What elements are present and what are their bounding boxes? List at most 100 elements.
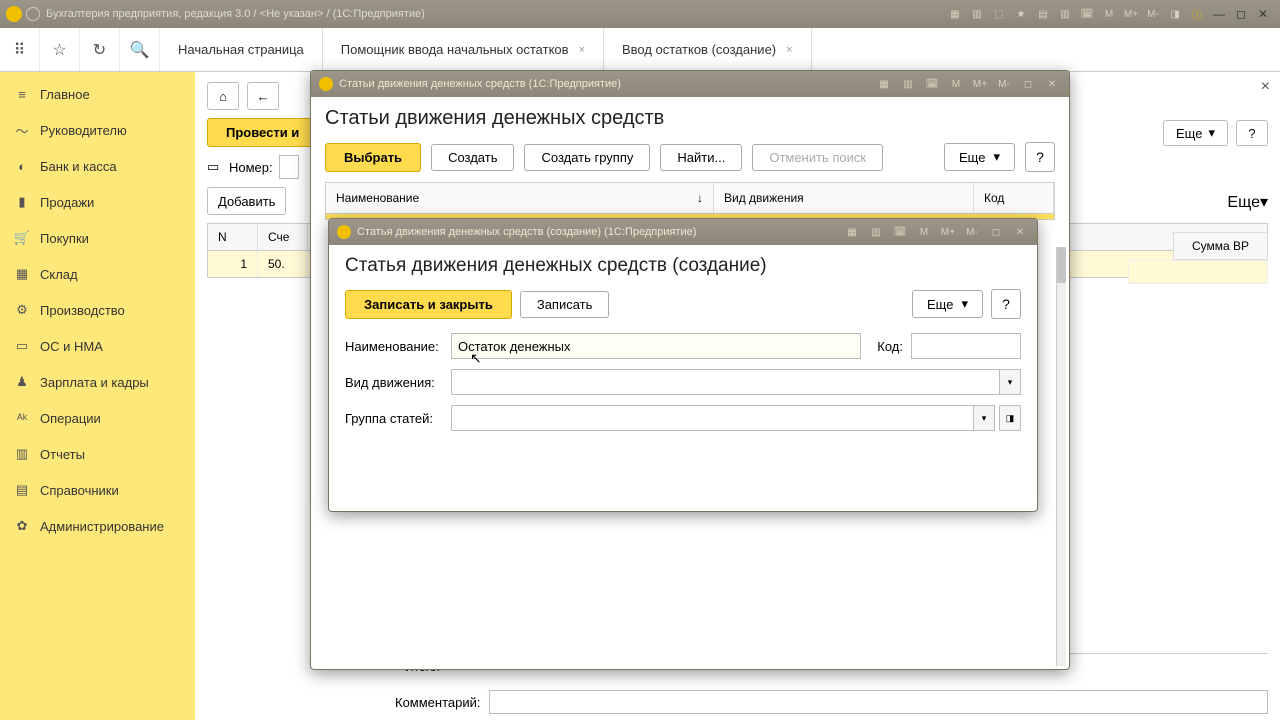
esche-dropdown-2[interactable]: Еще▾	[1227, 192, 1268, 212]
close-button[interactable]: ✕	[1044, 76, 1060, 92]
tb-icon[interactable]: ▦	[844, 224, 860, 240]
type-input[interactable]	[451, 369, 999, 395]
home-button[interactable]: ⌂	[207, 82, 239, 110]
mminus-icon[interactable]: M-	[964, 224, 980, 240]
scrollbar[interactable]	[1056, 247, 1066, 666]
dropdown-icon[interactable]: ▾	[973, 405, 995, 431]
mplus-icon[interactable]: M+	[1122, 5, 1140, 23]
sidebar-item-manager[interactable]: 〜Руководителю	[0, 112, 195, 148]
gear-icon: ✿	[14, 518, 30, 534]
sidebar-item-main[interactable]: ≡Главное	[0, 76, 195, 112]
code-input[interactable]	[911, 333, 1021, 359]
tb-icon[interactable]: ▥	[1056, 5, 1074, 23]
back-button[interactable]: ←	[247, 82, 279, 110]
mminus-icon[interactable]: M-	[996, 76, 1012, 92]
help-button[interactable]: ?	[1236, 120, 1268, 146]
tb-icon[interactable]: ▥	[900, 76, 916, 92]
apps-icon[interactable]: ⠿	[0, 28, 40, 71]
mplus-icon[interactable]: M+	[972, 76, 988, 92]
close-button[interactable]: ✕	[1012, 224, 1028, 240]
sidebar-item-admin[interactable]: ✿Администрирование	[0, 508, 195, 544]
sort-icon[interactable]: ↓	[697, 191, 703, 205]
help-button[interactable]: ?	[991, 289, 1021, 319]
tb-icon[interactable]: 🗓	[1078, 5, 1096, 23]
dialog-title: Статьи движения денежных средств (1С:Пре…	[339, 78, 621, 90]
tb-icon[interactable]: 🗓	[892, 224, 908, 240]
name-input[interactable]	[451, 333, 861, 359]
tab-entry[interactable]: Ввод остатков (создание)×	[604, 28, 812, 71]
nomer-label: Номер:	[229, 160, 273, 175]
close-icon[interactable]: ×	[1261, 78, 1270, 96]
cancel-search-button[interactable]: Отменить поиск	[752, 144, 883, 171]
tb-icon[interactable]: ▥	[868, 224, 884, 240]
comment-input[interactable]	[489, 690, 1269, 714]
sidebar-item-assets[interactable]: ▭ОС и НМА	[0, 328, 195, 364]
tb-icon[interactable]: 🗓	[924, 76, 940, 92]
m-icon[interactable]: M	[1100, 5, 1118, 23]
main-tabs: ⠿ ☆ ↻ 🔍 Начальная страница Помощник ввод…	[0, 28, 1280, 72]
mplus-icon[interactable]: M+	[940, 224, 956, 240]
sidebar-item-hr[interactable]: ♟Зарплата и кадры	[0, 364, 195, 400]
save-button[interactable]: Записать	[520, 291, 610, 318]
sidebar-item-bank[interactable]: ◐Банк и касса	[0, 148, 195, 184]
find-button[interactable]: Найти...	[660, 144, 742, 171]
maximize-button[interactable]: ◻	[1020, 76, 1036, 92]
close-icon[interactable]: ×	[786, 44, 792, 56]
sidebar-item-warehouse[interactable]: ▦Склад	[0, 256, 195, 292]
dropdown-icon[interactable]: ▾	[999, 369, 1021, 395]
app-icon-2	[26, 7, 40, 21]
dialog-header: Статьи движения денежных средств	[325, 107, 1055, 130]
dialog-titlebar[interactable]: Статьи движения денежных средств (1С:Пре…	[311, 71, 1069, 97]
select-button[interactable]: Выбрать	[325, 143, 421, 172]
panel-icon[interactable]: ◨	[1166, 5, 1184, 23]
tb-icon[interactable]: ▦	[946, 5, 964, 23]
help-button[interactable]: ?	[1025, 142, 1055, 172]
dialog-cashflow-create: Статья движения денежных средств (создан…	[328, 218, 1038, 512]
tb-icon[interactable]: ▤	[1034, 5, 1052, 23]
create-button[interactable]: Создать	[431, 144, 514, 171]
help-icon[interactable]: ⓘ	[1188, 5, 1206, 23]
sidebar-item-production[interactable]: ⚙Производство	[0, 292, 195, 328]
close-icon[interactable]: ×	[579, 44, 585, 56]
column-header: Сумма ВР	[1173, 232, 1268, 260]
sidebar: ≡Главное 〜Руководителю ◐Банк и касса ▮Пр…	[0, 72, 195, 720]
tb-icon[interactable]: ⬚	[990, 5, 1008, 23]
tb-icon[interactable]: ★	[1012, 5, 1030, 23]
esche-dropdown[interactable]: Еще▾	[1163, 120, 1228, 146]
close-button[interactable]: ✕	[1254, 6, 1272, 22]
dialog-titlebar[interactable]: Статья движения денежных средств (создан…	[329, 219, 1037, 245]
tb-icon[interactable]: ▥	[968, 5, 986, 23]
history-icon[interactable]: ↻	[80, 28, 120, 71]
tab-home[interactable]: Начальная страница	[160, 28, 323, 71]
maximize-button[interactable]: ◻	[988, 224, 1004, 240]
minimize-button[interactable]: —	[1210, 6, 1228, 22]
save-close-button[interactable]: Записать и закрыть	[345, 290, 512, 319]
m-icon[interactable]: M	[948, 76, 964, 92]
sidebar-item-catalogs[interactable]: ▤Справочники	[0, 472, 195, 508]
chart-icon: 〜	[14, 122, 30, 138]
app-icon	[319, 77, 333, 91]
tab-helper[interactable]: Помощник ввода начальных остатков×	[323, 28, 604, 71]
sidebar-item-sales[interactable]: ▮Продажи	[0, 184, 195, 220]
group-input[interactable]	[451, 405, 973, 431]
maximize-button[interactable]: ◻	[1232, 6, 1250, 22]
sidebar-item-purchases[interactable]: 🛒Покупки	[0, 220, 195, 256]
sidebar-item-operations[interactable]: ᴬᵏОперации	[0, 400, 195, 436]
search-icon[interactable]: 🔍	[120, 28, 160, 71]
more-dropdown[interactable]: Еще▾	[912, 290, 983, 318]
tb-icon[interactable]: ▦	[876, 76, 892, 92]
create-group-button[interactable]: Создать группу	[524, 144, 650, 171]
mminus-icon[interactable]: M-	[1144, 5, 1162, 23]
app-title: Бухгалтерия предприятия, редакция 3.0 / …	[46, 8, 425, 20]
bag-icon: ▮	[14, 194, 30, 210]
list-header: Наименование↓ Вид движения Код	[325, 182, 1055, 214]
provesti-button[interactable]: Провести и	[207, 118, 318, 147]
more-dropdown[interactable]: Еще▾	[944, 143, 1015, 171]
coin-icon: ◐	[14, 158, 30, 174]
m-icon[interactable]: M	[916, 224, 932, 240]
add-button[interactable]: Добавить	[207, 187, 286, 215]
nomer-input[interactable]	[279, 155, 299, 179]
sidebar-item-reports[interactable]: ▥Отчеты	[0, 436, 195, 472]
star-icon[interactable]: ☆	[40, 28, 80, 71]
open-icon[interactable]: ◨	[999, 405, 1021, 431]
